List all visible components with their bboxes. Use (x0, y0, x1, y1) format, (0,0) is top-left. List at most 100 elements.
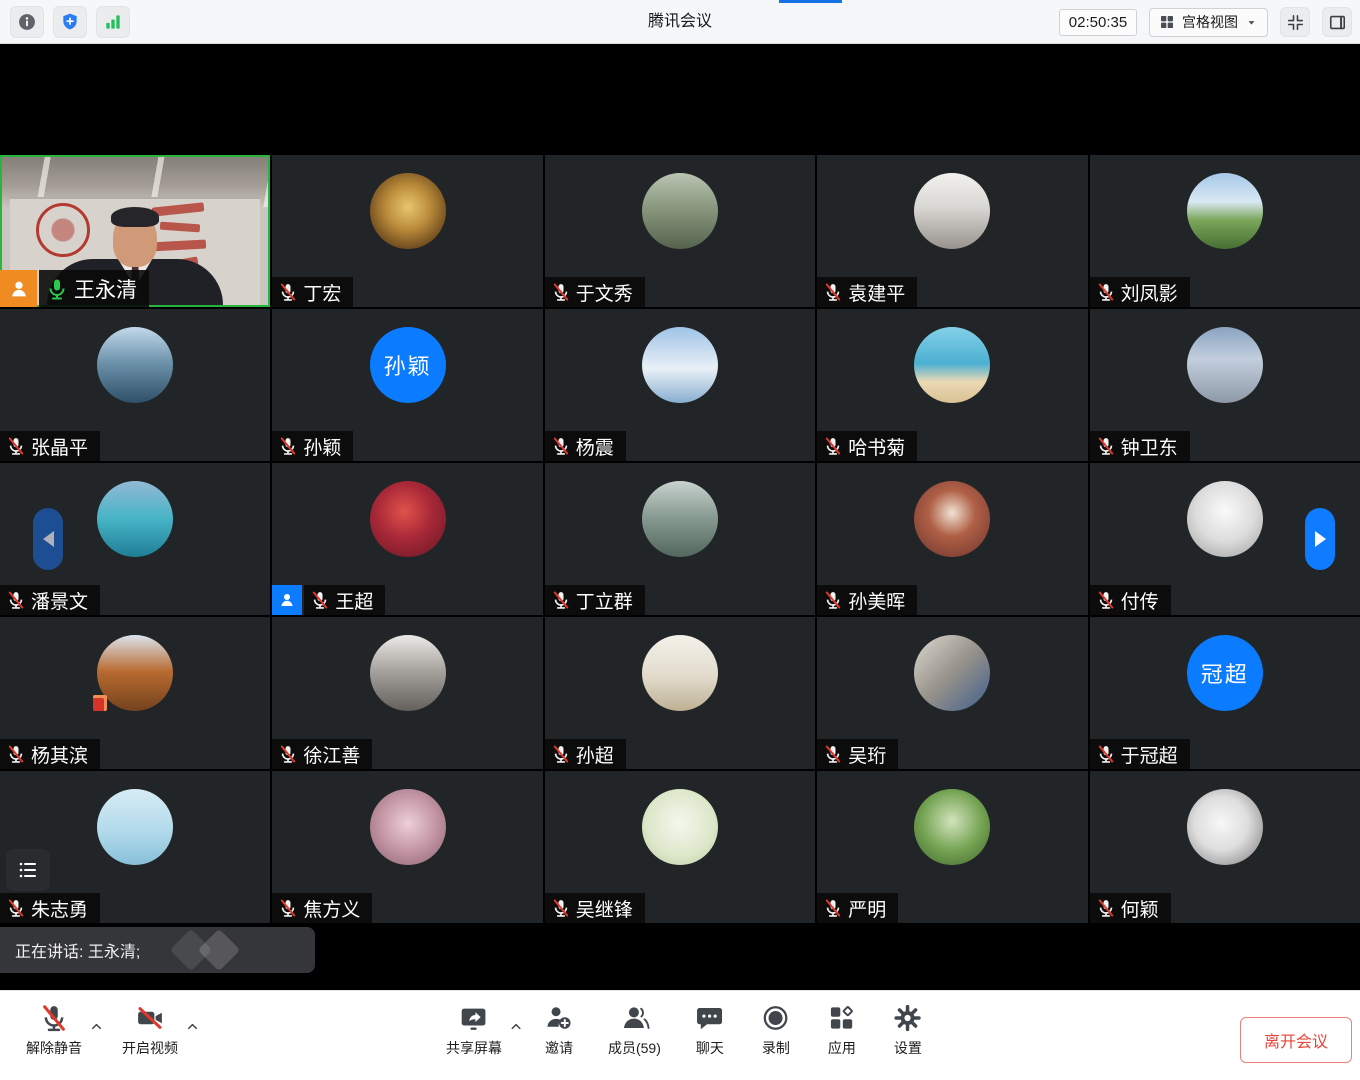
share-icon (459, 1003, 489, 1033)
participant-initials-avatar: 冠超 (1187, 635, 1263, 711)
participant-name: 杨其滨 (31, 741, 88, 768)
toolbar-item-label: 开启视频 (122, 1038, 178, 1058)
participant-label: 孙超 (545, 739, 626, 769)
mic-muted-icon (551, 282, 571, 302)
participant-avatar (1187, 173, 1263, 249)
mic-muted-icon (551, 744, 571, 764)
view-mode-button[interactable]: 宫格视图 (1149, 8, 1268, 37)
toolbar-center-group: 共享屏幕 邀请 成员(59) 聊天 录制 应用 设置 (430, 1001, 941, 1058)
participant-avatar (914, 789, 990, 865)
participant-tile[interactable]: 冠超 于冠超 (1090, 617, 1360, 769)
participant-tile[interactable]: 杨其滨 (0, 617, 270, 769)
participant-tile[interactable]: 孙超 (545, 617, 815, 769)
participant-avatar (1187, 481, 1263, 557)
leave-meeting-button[interactable]: 离开会议 (1240, 1017, 1352, 1063)
toolbar-item-label: 聊天 (696, 1038, 724, 1058)
participant-tile[interactable]: 吴珩 (817, 617, 1087, 769)
participant-tile[interactable]: 钟卫东 (1090, 309, 1360, 461)
mic-muted-icon (6, 744, 26, 764)
participant-tile[interactable]: 于文秀 (545, 155, 815, 307)
participant-label: 严明 (817, 893, 898, 923)
participant-tile[interactable]: 刘凤影 (1090, 155, 1360, 307)
mic-muted-icon (551, 436, 571, 456)
mic-muted-icon (823, 898, 843, 918)
participant-tile[interactable]: 孙颖 孙颖 (272, 309, 542, 461)
bottom-toolbar: 解除静音 开启视频 共享屏幕 邀请 成员(59) 聊天 录制 (0, 990, 1360, 1080)
participant-name: 丁立群 (576, 587, 633, 614)
participant-tile[interactable]: 严明 (817, 771, 1087, 923)
record-button[interactable]: 录制 (743, 1001, 809, 1058)
previous-participants-button[interactable] (33, 508, 63, 570)
participant-name: 吴珩 (848, 741, 886, 768)
share-screen-options-chevron[interactable] (506, 1009, 526, 1043)
unmute-button[interactable]: 解除静音 (10, 1001, 98, 1058)
participant-tile[interactable]: 哈书菊 (817, 309, 1087, 461)
participant-tile[interactable]: 丁立群 (545, 463, 815, 615)
participant-name: 王超 (335, 587, 373, 614)
side-panel-button[interactable] (1322, 7, 1352, 37)
start-video-options-chevron[interactable] (182, 1009, 202, 1043)
participant-label: 刘凤影 (1090, 277, 1190, 307)
chat-button[interactable]: 聊天 (677, 1001, 743, 1058)
participant-name: 孙颖 (303, 433, 341, 460)
participant-list-toggle-button[interactable] (6, 849, 50, 891)
participant-tile[interactable]: 丁宏 (272, 155, 542, 307)
chat-icon (695, 1003, 725, 1033)
flag-decoration (93, 695, 107, 711)
mic-off-icon (39, 1003, 69, 1033)
mic-muted-icon (823, 590, 843, 610)
participant-tile[interactable]: 徐江善 (272, 617, 542, 769)
members-button[interactable]: 成员(59) (592, 1001, 677, 1058)
record-icon (761, 1003, 791, 1033)
participant-label: 朱志勇 (0, 893, 100, 923)
participant-label: 徐江善 (272, 739, 372, 769)
participant-tile[interactable]: 王永清 (0, 155, 270, 307)
participant-name: 何颖 (1121, 895, 1159, 922)
mic-muted-icon (278, 744, 298, 764)
cam-off-icon (135, 1003, 165, 1033)
mic-muted-icon (278, 898, 298, 918)
participant-tile[interactable]: 何颖 (1090, 771, 1360, 923)
participant-tile[interactable]: 朱志勇 (0, 771, 270, 923)
participant-label: 孙美晖 (817, 585, 917, 615)
participant-tile[interactable]: 王超 (272, 463, 542, 615)
participant-tile[interactable]: 焦方义 (272, 771, 542, 923)
invite-button[interactable]: 邀请 (526, 1001, 592, 1058)
participant-label: 杨其滨 (0, 739, 100, 769)
settings-button[interactable]: 设置 (875, 1001, 941, 1058)
list-icon (16, 858, 40, 882)
chevron-up-icon (508, 1019, 523, 1034)
participant-avatar (642, 173, 718, 249)
exit-fullscreen-button[interactable] (1280, 7, 1310, 37)
participant-avatar (1187, 327, 1263, 403)
participant-avatar (642, 481, 718, 557)
toolbar-item-label: 录制 (762, 1038, 790, 1058)
participant-name: 朱志勇 (31, 895, 88, 922)
unmute-options-chevron[interactable] (86, 1009, 106, 1043)
participant-avatar (370, 481, 446, 557)
participant-name: 王永清 (74, 274, 137, 304)
participant-tile[interactable]: 张晶平 (0, 309, 270, 461)
participant-name: 徐江善 (303, 741, 360, 768)
mic-muted-icon (823, 744, 843, 764)
participant-avatar (914, 481, 990, 557)
participant-label: 吴继锋 (545, 893, 645, 923)
participant-tile[interactable]: 孙美晖 (817, 463, 1087, 615)
university-seal (36, 203, 90, 257)
next-participants-button[interactable] (1305, 508, 1335, 570)
participant-tile[interactable]: 袁建平 (817, 155, 1087, 307)
participant-tile[interactable]: 杨震 (545, 309, 815, 461)
toolbar-item-label: 邀请 (545, 1038, 573, 1058)
start-video-button[interactable]: 开启视频 (106, 1001, 194, 1058)
grid-view-icon (1159, 14, 1175, 30)
mic-muted-icon (823, 282, 843, 302)
participant-tile[interactable]: 吴继锋 (545, 771, 815, 923)
apps-button[interactable]: 应用 (809, 1001, 875, 1058)
participant-label: 吴珩 (817, 739, 898, 769)
share-screen-button[interactable]: 共享屏幕 (430, 1001, 518, 1058)
participant-avatar (370, 789, 446, 865)
mic-muted-icon (310, 590, 330, 610)
participant-label: 袁建平 (817, 277, 917, 307)
cohost-badge (272, 585, 302, 615)
toolbar-item-label: 应用 (828, 1038, 856, 1058)
